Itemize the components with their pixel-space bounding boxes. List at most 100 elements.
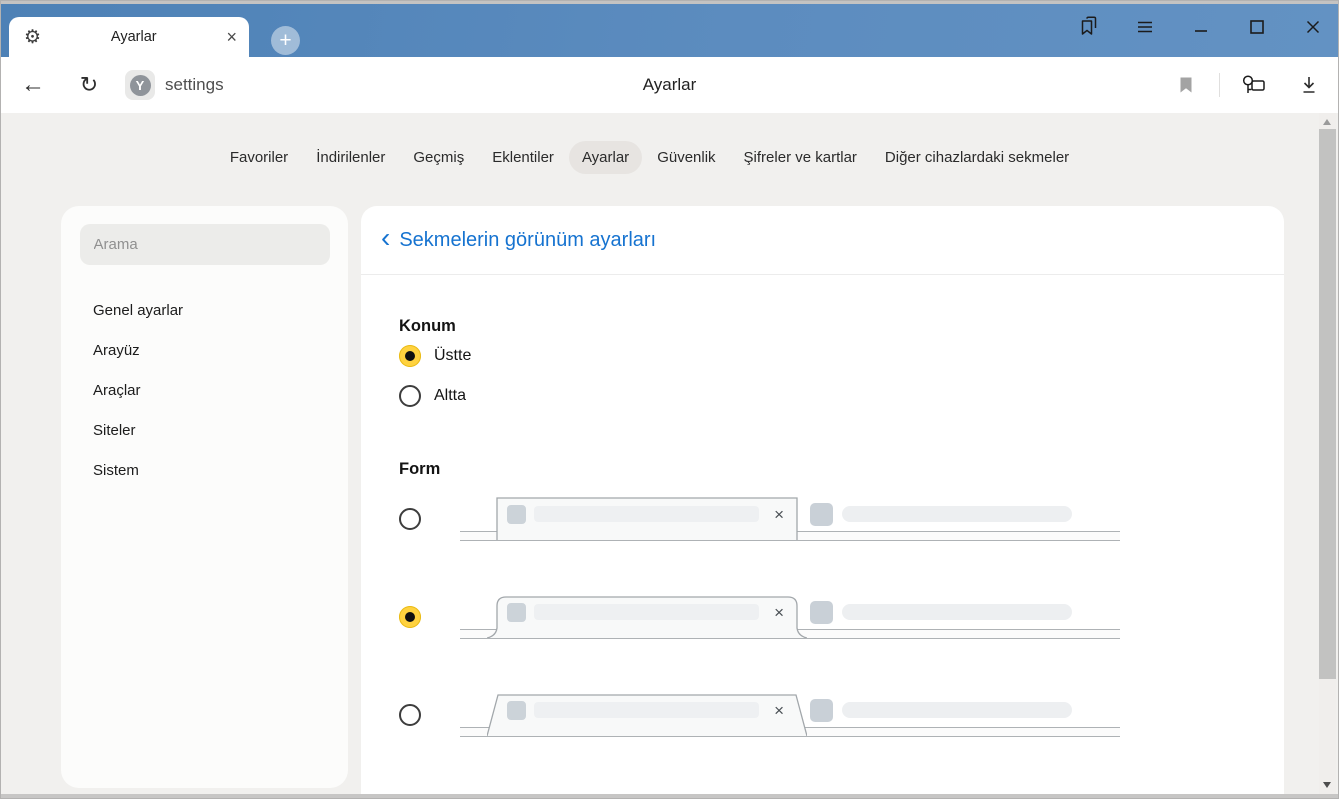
window-controls (1048, 12, 1328, 42)
new-tab-button[interactable]: + (271, 26, 300, 55)
preview-bottom-line (460, 638, 1120, 639)
nav-diger-cihazlar[interactable]: Diğer cihazlardaki sekmeler (872, 141, 1082, 174)
preview-close-icon: × (774, 506, 784, 523)
collections-button[interactable] (1074, 12, 1104, 42)
browser-tab-ayarlar[interactable]: ⚙ Ayarlar × (9, 17, 249, 57)
preview-favicon (810, 601, 833, 624)
preview-close-icon: × (774, 702, 784, 719)
download-icon (1299, 74, 1319, 96)
preview-inactive-tab (810, 693, 1072, 727)
site-badge[interactable]: Y (125, 70, 155, 100)
preview-favicon (507, 603, 526, 622)
maximize-button[interactable] (1242, 12, 1272, 42)
preview-title-placeholder (534, 506, 759, 522)
window-bottom-edge (1, 794, 1338, 798)
radio-shape-rounded[interactable] (399, 606, 421, 628)
close-window-button[interactable] (1298, 12, 1328, 42)
nav-gecmis[interactable]: Geçmiş (400, 141, 477, 174)
back-button[interactable]: ← (19, 71, 47, 99)
preview-bottom-line (460, 736, 1120, 737)
sidebar-item-genel-ayarlar[interactable]: Genel ayarlar (61, 291, 348, 331)
bookmark-icon (1176, 75, 1196, 95)
tab-close-icon[interactable]: × (226, 28, 237, 46)
scrollbar-up-arrow-icon[interactable] (1323, 119, 1331, 125)
preview-title-placeholder (842, 604, 1072, 620)
toolbar-divider (1219, 73, 1220, 97)
settings-content-card: ‹ Sekmelerin görünüm ayarları Konum Üstt… (361, 206, 1284, 799)
section-header[interactable]: ‹ Sekmelerin görünüm ayarları (361, 206, 1284, 275)
bookmark-button[interactable] (1171, 75, 1201, 95)
nav-eklentiler[interactable]: Eklentiler (479, 141, 567, 174)
form-option-square: × (399, 497, 1284, 541)
form-option-trapezoid: × (399, 693, 1284, 737)
preview-inactive-tab (810, 595, 1072, 629)
downloads-button[interactable] (1294, 74, 1324, 96)
preview-title-placeholder (842, 702, 1072, 718)
preview-favicon (507, 701, 526, 720)
preview-active-tab: × (497, 595, 797, 629)
sidebar-items: Genel ayarlar Arayüz Araçlar Siteler Sis… (61, 291, 348, 491)
settings-gear-icon: ⚙ (24, 28, 41, 47)
radio-altta[interactable] (399, 385, 421, 407)
preview-favicon (810, 699, 833, 722)
nav-favoriler[interactable]: Favoriler (217, 141, 301, 174)
radio-label-altta[interactable]: Altta (434, 387, 466, 405)
passwords-button[interactable] (1238, 73, 1268, 97)
preview-favicon (810, 503, 833, 526)
preview-close-icon: × (774, 604, 784, 621)
preview-active-tab: × (497, 693, 797, 727)
preview-inactive-tab (810, 497, 1072, 531)
key-cards-icon (1239, 73, 1267, 97)
radio-shape-trapezoid[interactable] (399, 704, 421, 726)
maximize-icon (1247, 17, 1267, 37)
settings-nav: Favoriler İndirilenler Geçmiş Eklentiler… (1, 141, 1298, 174)
menu-button[interactable] (1130, 12, 1160, 42)
preview-active-tab: × (497, 497, 797, 531)
chevron-left-icon: ‹ (381, 224, 390, 252)
yandex-icon: Y (130, 75, 151, 96)
tab-shape-preview-rounded: × (460, 595, 1120, 639)
collections-icon (1077, 15, 1101, 39)
nav-sifreler[interactable]: Şifreler ve kartlar (731, 141, 870, 174)
preview-title-placeholder (842, 506, 1072, 522)
form-option-rounded: × (399, 595, 1284, 639)
radio-option-ustte: Üstte (399, 336, 1284, 376)
tab-strip: ⚙ Ayarlar × + (1, 1, 1338, 57)
preview-bottom-line (460, 540, 1120, 541)
sidebar-item-araclar[interactable]: Araçlar (61, 371, 348, 411)
close-icon (1303, 17, 1323, 37)
address-bar-actions (1171, 73, 1324, 97)
preview-title-placeholder (534, 702, 759, 718)
nav-indirilenler[interactable]: İndirilenler (303, 141, 398, 174)
url-text[interactable]: settings (165, 75, 224, 95)
form-heading: Form (399, 460, 1284, 479)
reload-button[interactable]: ↻ (75, 72, 103, 98)
radio-option-altta: Altta (399, 376, 1284, 416)
minimize-icon (1191, 17, 1211, 37)
sidebar-item-arayuz[interactable]: Arayüz (61, 331, 348, 371)
radio-ustte[interactable] (399, 345, 421, 367)
preview-favicon (507, 505, 526, 524)
tab-shape-preview-square: × (460, 497, 1120, 541)
scrollbar-down-arrow-icon[interactable] (1323, 782, 1331, 788)
tab-title: Ayarlar (41, 29, 226, 45)
preview-title-placeholder (534, 604, 759, 620)
page-scrollbar[interactable] (1319, 113, 1336, 794)
tab-shape-preview-trapezoid: × (460, 693, 1120, 737)
address-bar: ← ↻ Y settings Ayarlar (1, 57, 1338, 113)
minimize-button[interactable] (1186, 12, 1216, 42)
radio-shape-square[interactable] (399, 508, 421, 530)
menu-icon (1135, 17, 1155, 37)
nav-guvenlik[interactable]: Güvenlik (644, 141, 728, 174)
radio-label-ustte[interactable]: Üstte (434, 347, 471, 365)
search-input[interactable] (80, 224, 330, 265)
settings-page: Favoriler İndirilenler Geçmiş Eklentiler… (1, 113, 1338, 798)
scrollbar-thumb[interactable] (1319, 129, 1336, 679)
section-content: Konum Üstte Altta Form (361, 275, 1284, 737)
settings-sidebar: Genel ayarlar Arayüz Araçlar Siteler Sis… (61, 206, 348, 788)
sidebar-item-siteler[interactable]: Siteler (61, 411, 348, 451)
browser-window: ⚙ Ayarlar × + (0, 0, 1339, 799)
nav-ayarlar[interactable]: Ayarlar (569, 141, 642, 174)
sidebar-item-sistem[interactable]: Sistem (61, 451, 348, 491)
konum-heading: Konum (399, 317, 1284, 336)
